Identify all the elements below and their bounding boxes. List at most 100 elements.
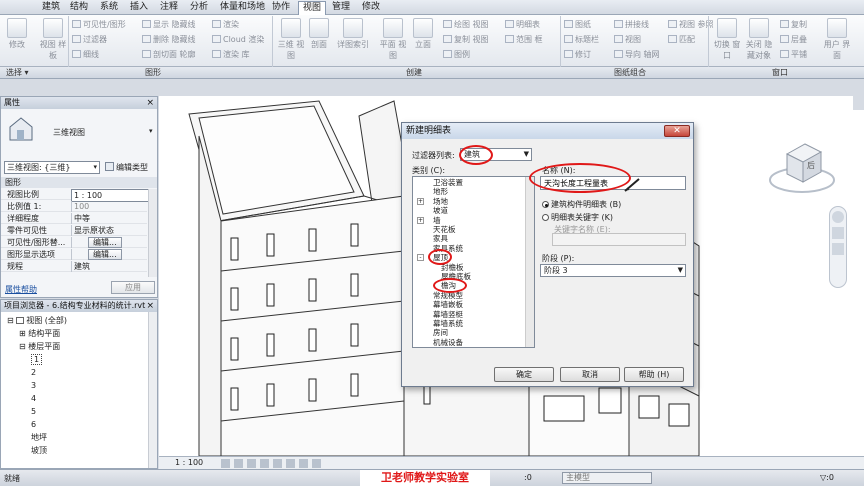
sheet-button[interactable]: 图纸 <box>564 19 591 30</box>
cascade-button[interactable]: 层叠 <box>780 34 807 45</box>
pan-icon[interactable] <box>832 243 844 255</box>
select-group-label[interactable]: 选择 ▾ <box>6 67 29 79</box>
key-name-input[interactable] <box>552 233 686 246</box>
replicate-button[interactable]: 复制 <box>780 19 807 30</box>
expand-toggle-icon[interactable]: + <box>417 216 424 224</box>
elevation-button[interactable]: 立面 <box>408 18 438 50</box>
browser-tree-item[interactable]: 3 <box>31 379 36 392</box>
crop-icon[interactable] <box>299 459 308 468</box>
close-icon[interactable]: ✕ <box>664 125 690 137</box>
tab-3[interactable]: 插入 <box>126 1 152 15</box>
visual-style-icon[interactable] <box>234 459 243 468</box>
filter-icon[interactable]: ▽:0 <box>820 473 834 482</box>
steering-wheel-icon[interactable] <box>832 211 844 223</box>
tab-5[interactable]: 分析 <box>186 1 212 15</box>
expand-toggle-icon[interactable]: ⊟ <box>19 342 28 351</box>
drafting-view-button[interactable]: 绘图 视图 <box>443 19 489 30</box>
tile-button[interactable]: 平铺 <box>780 49 807 60</box>
revisions-button[interactable]: 修订 <box>564 49 591 60</box>
category-item[interactable]: 地形 <box>433 188 448 196</box>
apply-button[interactable]: 应用 <box>111 281 155 294</box>
properties-help-link[interactable]: 属性帮助 <box>5 284 37 295</box>
scope-box-button[interactable]: 范围 框 <box>505 34 543 45</box>
browser-tree-item[interactable]: ⊟ 视图 (全部) <box>7 314 67 327</box>
category-item[interactable]: 封檐板 <box>441 263 464 272</box>
cancel-button[interactable]: 取消 <box>560 367 620 382</box>
visibility-graphics-button[interactable]: 可见性/图形 <box>72 19 126 30</box>
category-item[interactable]: 幕墙竖梃 <box>433 310 463 319</box>
3d-view-button[interactable]: 三维 视图 <box>276 18 306 61</box>
category-item[interactable]: 坡道 <box>433 207 448 215</box>
view-selector-dropdown[interactable]: 三维视图: {三维} ▾ <box>4 161 100 174</box>
duplicate-view-button[interactable]: 复制 视图 <box>443 34 489 45</box>
navigation-bar[interactable] <box>829 206 847 288</box>
tab-8[interactable]: 视图 <box>298 1 327 16</box>
browser-tree-item[interactable]: 2 <box>31 366 36 379</box>
radio-building-components[interactable]: 建筑构件明细表 (B) <box>542 199 621 210</box>
legend-button[interactable]: 图例 <box>443 49 470 60</box>
category-item[interactable]: 墙 <box>433 216 441 225</box>
browser-tree-item[interactable]: 6 <box>31 418 36 431</box>
close-icon[interactable]: × <box>146 97 154 109</box>
tab-4[interactable]: 注释 <box>156 1 182 15</box>
category-item[interactable]: 幕墙嵌板 <box>433 301 463 309</box>
category-scrollbar[interactable] <box>525 177 534 347</box>
tab-0[interactable]: 建筑 <box>38 1 64 15</box>
edit-type-button[interactable]: 编辑类型 <box>105 162 148 173</box>
render-icon[interactable] <box>273 459 282 468</box>
close-icon[interactable]: × <box>146 300 154 312</box>
view-template-button[interactable]: 视图 样板 <box>38 18 68 61</box>
hide-icon[interactable] <box>312 459 321 468</box>
section-button[interactable]: 剖面 <box>304 18 334 50</box>
property-value[interactable]: 1 : 100 <box>74 191 102 200</box>
zoom-icon[interactable] <box>832 227 844 239</box>
category-item[interactable]: 幕墙系统 <box>433 320 463 328</box>
browser-tree-item[interactable]: 坡顶 <box>31 444 47 457</box>
viewport-close-icon[interactable] <box>853 96 864 110</box>
expand-toggle-icon[interactable]: + <box>417 197 424 205</box>
phase-dropdown[interactable]: 阶段 3 ▼ <box>540 264 686 277</box>
ok-button[interactable]: 确定 <box>494 367 554 382</box>
plan-view-button[interactable]: 平面 视图 <box>378 18 408 61</box>
property-value[interactable]: 中等 <box>74 214 90 223</box>
category-item[interactable]: 场地 <box>433 197 448 206</box>
schedules-button[interactable]: 明细表 <box>505 19 540 30</box>
browser-tree-item[interactable]: 5 <box>31 405 36 418</box>
cloud-render-button[interactable]: Cloud 渲染 <box>212 34 264 45</box>
browser-tree-item[interactable]: ⊞ 结构平面 <box>19 327 60 340</box>
view-cube[interactable]: 后 <box>767 136 837 198</box>
category-item[interactable]: 机械设备 <box>433 338 463 347</box>
browser-scrollbar[interactable] <box>148 312 157 468</box>
show-hidden-lines-button[interactable]: 显示 隐藏线 <box>142 19 196 30</box>
matchline-button[interactable]: 拼接线 <box>614 19 649 30</box>
property-value[interactable]: 显示原状态 <box>74 226 114 235</box>
type-dropdown-arrow[interactable]: ▾ <box>149 127 153 135</box>
help-button[interactable]: 帮助 (H) <box>624 367 684 382</box>
category-item[interactable]: 卫浴装置 <box>433 179 463 187</box>
cut-profile-button[interactable]: 剖切面 轮廓 <box>142 49 196 60</box>
edit-button[interactable]: 编辑... <box>88 237 122 248</box>
expand-toggle-icon[interactable]: ⊞ <box>19 329 28 338</box>
edit-button[interactable]: 编辑... <box>88 249 122 260</box>
lock-icon[interactable] <box>286 459 295 468</box>
remove-hidden-lines-button[interactable]: 删除 隐藏线 <box>142 34 196 45</box>
property-value[interactable]: 100 <box>74 202 89 211</box>
switch-window-button[interactable]: 切换 窗口 <box>712 18 742 61</box>
callout-button[interactable]: 详图索引 <box>334 18 372 50</box>
user-interface-button[interactable]: 用户 界面 <box>820 18 854 61</box>
tab-2[interactable]: 系统 <box>96 1 122 15</box>
browser-tree-item[interactable]: 4 <box>31 392 36 405</box>
sun-path-icon[interactable] <box>247 459 256 468</box>
category-item[interactable]: 家具 <box>433 235 448 243</box>
browser-tree-item[interactable]: 1 <box>31 353 43 366</box>
match-button[interactable]: 匹配 <box>668 34 695 45</box>
property-value[interactable]: 建筑 <box>74 262 90 271</box>
detail-level-icon[interactable] <box>221 459 230 468</box>
tab-1[interactable]: 结构 <box>66 1 92 15</box>
tab-6[interactable]: 体量和场地 <box>216 1 269 15</box>
shadows-icon[interactable] <box>260 459 269 468</box>
view-placement-button[interactable]: 视图 <box>614 34 641 45</box>
category-item[interactable]: 天花板 <box>433 226 456 234</box>
view-scale-button[interactable]: 1 : 100 <box>175 458 203 467</box>
title-block-button[interactable]: 标题栏 <box>564 34 599 45</box>
